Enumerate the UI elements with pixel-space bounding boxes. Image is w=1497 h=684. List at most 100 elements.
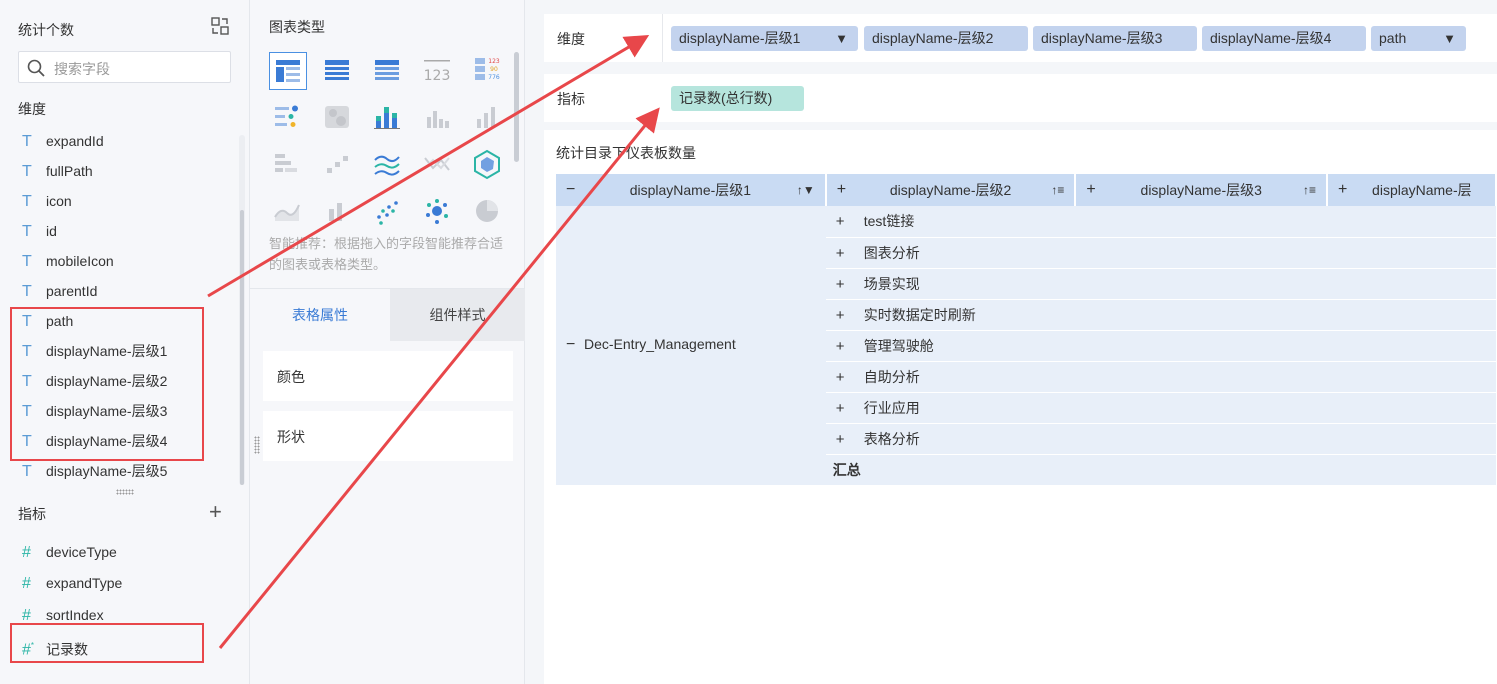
dimension-field[interactable]: Tid bbox=[22, 218, 57, 244]
heatmap-icon[interactable] bbox=[319, 99, 357, 137]
radar-icon[interactable] bbox=[469, 146, 507, 184]
bar-chart-icon[interactable] bbox=[469, 99, 507, 137]
panel-drag-handle-icon[interactable] bbox=[254, 436, 260, 454]
search-icon bbox=[27, 59, 45, 77]
text-type-icon: T bbox=[22, 253, 32, 270]
total-cell: 汇总 bbox=[825, 454, 1496, 486]
dimension-pill[interactable]: displayName-层级2 bbox=[864, 26, 1028, 51]
expand-icon[interactable]: + bbox=[836, 431, 864, 448]
column-header[interactable]: + displayName-层级2 ↑≡ bbox=[825, 174, 1077, 206]
shape-property[interactable]: 形状 bbox=[263, 411, 513, 461]
app-root: 统计个数 搜索字段 维度 TexpandId TfullPath Ticon T… bbox=[0, 0, 1497, 684]
annotation-highlight-box bbox=[10, 623, 204, 663]
collapse-icon[interactable]: − bbox=[556, 336, 584, 354]
pie-icon[interactable] bbox=[469, 193, 507, 231]
bubble-icon[interactable] bbox=[419, 193, 457, 231]
range-bar-icon[interactable] bbox=[269, 146, 307, 184]
expand-icon[interactable]: + bbox=[837, 174, 846, 206]
field-scrollbar[interactable] bbox=[240, 210, 244, 485]
svg-text:123: 123 bbox=[488, 58, 500, 65]
add-measure-button[interactable]: + bbox=[209, 501, 222, 523]
scatter-bar-icon[interactable] bbox=[319, 146, 357, 184]
column-header[interactable]: + displayName-层 bbox=[1327, 174, 1497, 206]
column-header[interactable]: − displayName-层级1 ↑▼ bbox=[556, 174, 827, 206]
dimension-pill[interactable]: path ▼ bbox=[1371, 26, 1466, 51]
resize-grip-icon[interactable] bbox=[116, 489, 134, 495]
column-header[interactable]: + displayName-层级3 ↑≡ bbox=[1075, 174, 1329, 206]
dimension-pill[interactable]: displayName-层级4 bbox=[1202, 26, 1366, 51]
expand-icon[interactable]: + bbox=[836, 213, 864, 230]
text-type-icon: T bbox=[22, 193, 32, 210]
line-icon[interactable] bbox=[419, 146, 457, 184]
sort-icon[interactable]: ↑≡ bbox=[1051, 174, 1064, 206]
dot-matrix-icon[interactable] bbox=[269, 99, 307, 137]
tab-table-properties[interactable]: 表格属性 bbox=[250, 289, 390, 341]
expand-icon[interactable]: + bbox=[836, 338, 864, 355]
color-property[interactable]: 颜色 bbox=[263, 351, 513, 401]
expand-icon[interactable]: + bbox=[836, 276, 864, 293]
chart-type-scrollbar[interactable] bbox=[514, 52, 519, 162]
dimension-field[interactable]: TmobileIcon bbox=[22, 248, 114, 274]
measure-section-label: 指标 bbox=[18, 506, 46, 522]
measure-field[interactable]: # deviceType bbox=[22, 539, 117, 565]
area-icon[interactable] bbox=[269, 193, 307, 231]
table-row-cell[interactable]: + 行业应用 bbox=[825, 392, 1496, 424]
dimension-field[interactable]: TdisplayName-层级5 bbox=[22, 458, 167, 484]
table-header-row: − displayName-层级1 ↑▼ + displayName-层级2 ↑≡ + d… bbox=[556, 174, 1497, 206]
dimension-field[interactable]: TexpandId bbox=[22, 128, 104, 154]
dimension-shelf-label: 维度 bbox=[557, 31, 585, 47]
property-tabs: 表格属性 组件样式 bbox=[250, 288, 525, 341]
table-row-cell[interactable]: + test链接 bbox=[825, 206, 1496, 238]
detail-table-icon[interactable] bbox=[319, 52, 357, 90]
sort-filter-icon[interactable]: ↑▼ bbox=[797, 174, 815, 206]
kpi-number-icon[interactable]: 123 bbox=[419, 52, 457, 90]
kpi-table-icon[interactable]: 123 90 776 bbox=[469, 52, 507, 90]
text-type-icon: T bbox=[22, 463, 32, 480]
switch-dataset-icon[interactable] bbox=[210, 16, 230, 36]
expand-icon[interactable]: + bbox=[1086, 174, 1095, 206]
chart-config-panel: 图表类型 123 123 90 776 智能推荐：根据拖入的字段智能推荐合适的图… bbox=[250, 0, 525, 684]
dimension-shelf[interactable]: 维度 displayName-层级1 ▼ displayName-层级2 disp… bbox=[544, 14, 1497, 62]
measure-field[interactable]: # expandType bbox=[22, 570, 122, 596]
measure-shelf[interactable]: 指标 记录数(总行数) bbox=[544, 74, 1497, 122]
filter-icon[interactable]: ▼ bbox=[835, 26, 848, 51]
table-row-cell[interactable]: + 自助分析 bbox=[825, 361, 1496, 393]
text-type-icon: T bbox=[22, 283, 32, 300]
dimension-field[interactable]: TfullPath bbox=[22, 158, 93, 184]
text-type-icon: T bbox=[22, 133, 32, 150]
svg-text:123: 123 bbox=[424, 68, 451, 84]
table-row: − Dec-Entry_Management + test链接 bbox=[556, 206, 1496, 486]
scatter-icon[interactable] bbox=[369, 193, 407, 231]
dimension-pill[interactable]: displayName-层级3 bbox=[1033, 26, 1197, 51]
bar-icon[interactable] bbox=[419, 99, 457, 137]
svg-text:776: 776 bbox=[488, 74, 500, 81]
table-row-cell[interactable]: + 实时数据定时刷新 bbox=[825, 299, 1496, 331]
table-row-cell[interactable]: + 管理驾驶舱 bbox=[825, 330, 1496, 362]
tab-component-style[interactable]: 组件样式 bbox=[390, 289, 525, 341]
annotation-highlight-box bbox=[10, 307, 204, 461]
column-icon[interactable] bbox=[319, 193, 357, 231]
sort-icon[interactable]: ↑≡ bbox=[1303, 174, 1316, 206]
field-search-input[interactable]: 搜索字段 bbox=[18, 51, 231, 83]
multi-line-icon[interactable] bbox=[369, 146, 407, 184]
table-row-cell[interactable]: + 图表分析 bbox=[825, 237, 1496, 269]
expand-icon[interactable]: + bbox=[836, 245, 864, 262]
dimension-field[interactable]: Ticon bbox=[22, 188, 72, 214]
stacked-bar-icon[interactable] bbox=[369, 99, 407, 137]
expand-icon[interactable]: + bbox=[836, 400, 864, 417]
collapse-icon[interactable]: − bbox=[566, 174, 575, 206]
expand-icon[interactable]: + bbox=[1338, 174, 1347, 206]
expand-icon[interactable]: + bbox=[836, 307, 864, 324]
number-type-icon: # bbox=[22, 544, 31, 561]
row-group-cell[interactable]: − Dec-Entry_Management bbox=[556, 206, 826, 486]
table-row-cell[interactable]: + 表格分析 bbox=[825, 423, 1496, 455]
filter-icon[interactable]: ▼ bbox=[1443, 26, 1456, 51]
expand-icon[interactable]: + bbox=[836, 369, 864, 386]
dataset-title: 统计个数 bbox=[18, 22, 74, 38]
grouped-table-icon[interactable] bbox=[269, 52, 307, 90]
measure-pill[interactable]: 记录数(总行数) bbox=[671, 86, 804, 111]
dimension-field[interactable]: TparentId bbox=[22, 278, 97, 304]
cross-table-icon[interactable] bbox=[369, 52, 407, 90]
table-row-cell[interactable]: + 场景实现 bbox=[825, 268, 1496, 300]
dimension-pill[interactable]: displayName-层级1 ▼ bbox=[671, 26, 858, 51]
